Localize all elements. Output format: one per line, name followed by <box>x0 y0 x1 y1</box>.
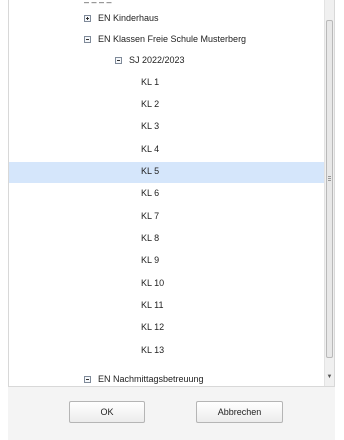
tree-item-label: KL 7 <box>141 211 160 221</box>
tree-item-kl-12[interactable]: KL 12 <box>9 318 324 339</box>
tree-item-label: KL 8 <box>141 233 160 243</box>
tree-item-kl-2[interactable]: KL 2 <box>9 95 324 116</box>
tree-item-kl-7[interactable]: KL 7 <box>9 207 324 228</box>
cancel-button[interactable]: Abbrechen <box>196 401 283 423</box>
grip-line-icon <box>328 180 331 181</box>
tree-item-kl-9[interactable]: KL 9 <box>9 251 324 272</box>
tree-item-label: SJ 2022/2023 <box>129 55 185 65</box>
tree-item-kl-3[interactable]: KL 3 <box>9 117 324 138</box>
tree-item-kl-8[interactable]: KL 8 <box>9 229 324 250</box>
vertical-scrollbar[interactable]: ▼ <box>324 0 334 386</box>
tree-item-label: KL 3 <box>141 121 160 131</box>
tree-item-kl-5[interactable]: KL 5 <box>9 162 324 183</box>
tree-item-kl-10[interactable]: KL 10 <box>9 274 324 295</box>
tree-item-label: KL 12 <box>141 322 165 332</box>
tree-item-label: KL 1 <box>141 77 160 87</box>
dialog-right-border <box>334 0 335 386</box>
tree-item-label: KL 11 <box>141 300 164 310</box>
tree-item-label: EN Klassen Freie Schule Musterberg <box>98 34 247 44</box>
tree-item-label: KL 6 <box>141 188 160 198</box>
tree-item-label: EN Kinderhaus <box>98 13 159 23</box>
tree-item-label: KL 10 <box>141 278 165 288</box>
collapse-icon[interactable] <box>84 376 91 383</box>
tree-item-en-kinderhaus[interactable]: EN Kinderhaus <box>9 9 324 30</box>
tree-item-label: KL 2 <box>141 99 160 109</box>
tree-item-kl-4[interactable]: KL 4 <box>9 140 324 161</box>
tree-item-kl-11[interactable]: KL 11 <box>9 296 324 317</box>
tree-item-sj-2022-2023[interactable]: SJ 2022/2023 <box>9 51 324 72</box>
tree-panel[interactable]: – – – – EN Kinderhaus EN Klassen Freie S… <box>9 0 324 386</box>
tree-item-label: EN Nachmittagsbetreuung <box>98 374 204 384</box>
scrollbar-thumb[interactable] <box>326 20 333 358</box>
grip-line-icon <box>328 176 331 177</box>
tree-item-label: KL 5 <box>141 166 160 176</box>
tree-item-label: KL 4 <box>141 144 160 154</box>
tree-item-kl-13[interactable]: KL 13 <box>9 341 324 362</box>
tree-item-cut-off: – – – – <box>84 0 112 7</box>
ok-button[interactable]: OK <box>69 401 145 423</box>
tree-item-label: KL 13 <box>141 345 165 355</box>
collapse-icon[interactable] <box>84 36 91 43</box>
tree-item-label: KL 9 <box>141 255 160 265</box>
tree-item-kl-6[interactable]: KL 6 <box>9 184 324 205</box>
expand-icon[interactable] <box>84 15 91 22</box>
tree-item-en-klassen[interactable]: EN Klassen Freie Schule Musterberg <box>9 30 324 51</box>
dialog-footer: OK Abbrechen <box>8 386 335 440</box>
scroll-down-arrow-icon[interactable]: ▼ <box>326 373 333 382</box>
tree-item-kl-1[interactable]: KL 1 <box>9 73 324 94</box>
tree-item-en-nachmittagsbetreuung[interactable]: EN Nachmittagsbetreuung <box>9 370 324 386</box>
collapse-icon[interactable] <box>115 57 122 64</box>
grip-line-icon <box>328 178 331 179</box>
